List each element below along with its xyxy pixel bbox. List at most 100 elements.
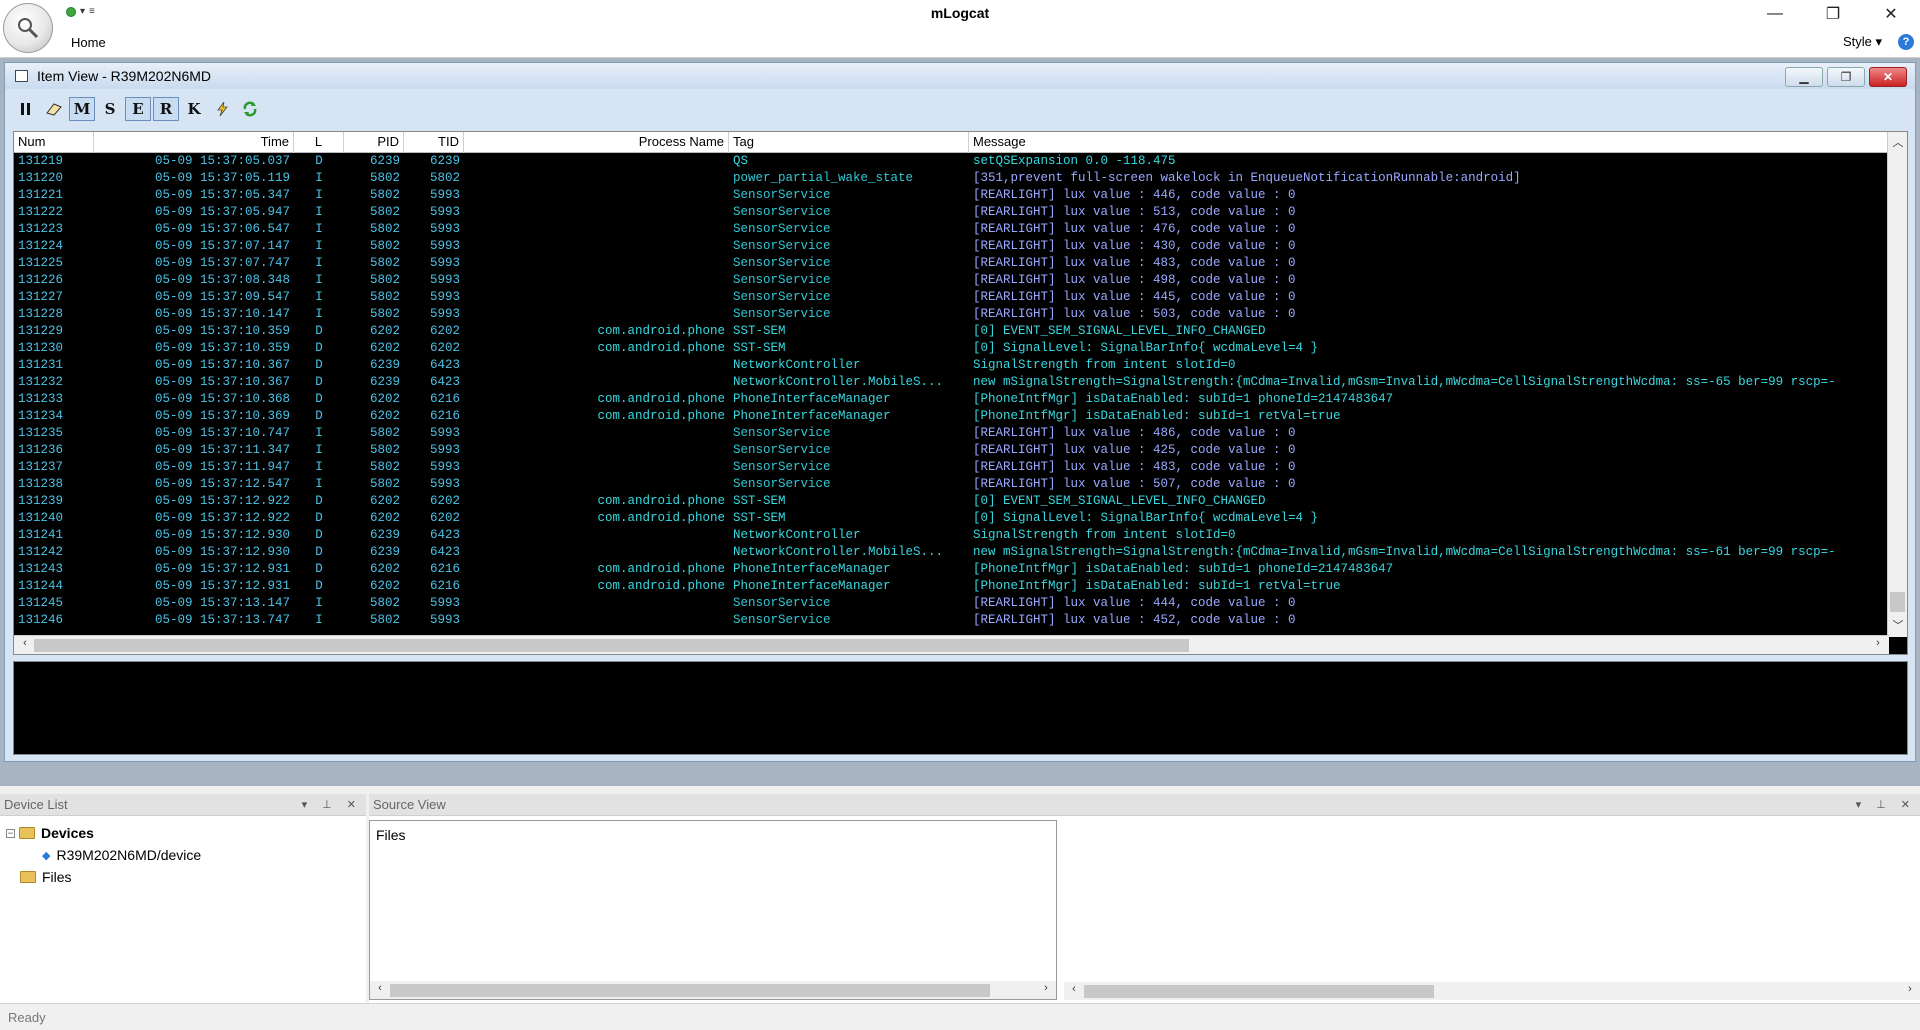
scroll-up-icon[interactable]: ︿ xyxy=(1888,134,1908,152)
column-header-process-name[interactable]: Process Name xyxy=(464,132,729,153)
window-icon xyxy=(15,70,28,82)
log-row[interactable]: 131239 05-09 15:37:12.922 D 6202 6202 com.and… xyxy=(14,493,1889,510)
log-row[interactable]: 131231 05-09 15:37:10.367 D 6239 6423 Network… xyxy=(14,357,1889,374)
scroll-left-icon[interactable]: ‹ xyxy=(372,982,388,994)
scroll-left-icon[interactable]: ‹ xyxy=(16,637,34,649)
log-row[interactable]: 131223 05-09 15:37:06.547 I 5802 5993 SensorS… xyxy=(14,221,1889,238)
log-row[interactable]: 131227 05-09 15:37:09.547 I 5802 5993 SensorS… xyxy=(14,289,1889,306)
log-row[interactable]: 131240 05-09 15:37:12.922 D 6202 6202 com.and… xyxy=(14,510,1889,527)
column-header-level[interactable]: L xyxy=(294,132,344,153)
log-row[interactable]: 131222 05-09 15:37:05.947 I 5802 5993 SensorS… xyxy=(14,204,1889,221)
log-horizontal-scrollbar[interactable]: ‹ › xyxy=(14,635,1889,654)
log-row[interactable]: 131228 05-09 15:37:10.147 I 5802 5993 SensorS… xyxy=(14,306,1889,323)
scroll-thumb[interactable] xyxy=(34,639,1189,652)
filter-r-button[interactable]: R xyxy=(153,97,179,121)
log-row[interactable]: 131235 05-09 15:37:10.747 I 5802 5993 SensorS… xyxy=(14,425,1889,442)
source-horizontal-scrollbar[interactable]: ‹ › xyxy=(370,981,1056,999)
log-row[interactable]: 131224 05-09 15:37:07.147 I 5802 5993 SensorS… xyxy=(14,238,1889,255)
log-row[interactable]: 131233 05-09 15:37:10.368 D 6202 6216 com.and… xyxy=(14,391,1889,408)
pane-controls[interactable]: ▾ ⊥ ✕ xyxy=(302,794,362,816)
log-cell-tag: SST-SEM xyxy=(733,341,786,355)
log-cell-process xyxy=(464,238,729,255)
collapse-icon[interactable]: − xyxy=(6,828,15,838)
log-row[interactable]: 131220 05-09 15:37:05.119 I 5802 5802 power_p… xyxy=(14,170,1889,187)
item-view-title: Item View - R39M202N6MD xyxy=(37,68,212,84)
scroll-right-icon[interactable]: › xyxy=(1869,637,1887,649)
source-files-list[interactable]: Files ‹ › xyxy=(369,820,1057,1000)
log-row[interactable]: 131241 05-09 15:37:12.930 D 6239 6423 Network… xyxy=(14,527,1889,544)
filter-s-button[interactable]: S xyxy=(97,97,123,121)
log-row[interactable]: 131229 05-09 15:37:10.359 D 6202 6202 com.and… xyxy=(14,323,1889,340)
app-menu-button[interactable] xyxy=(3,3,53,53)
child-restore-button[interactable]: ❐ xyxy=(1827,67,1865,87)
scroll-thumb[interactable] xyxy=(1890,592,1905,612)
filter-e-button[interactable]: E xyxy=(125,97,151,121)
help-icon[interactable]: ? xyxy=(1898,34,1914,50)
child-close-button[interactable]: ✕ xyxy=(1869,67,1907,87)
lightning-button[interactable] xyxy=(209,97,235,121)
log-row[interactable]: 131237 05-09 15:37:11.947 I 5802 5993 SensorS… xyxy=(14,459,1889,476)
log-row[interactable]: 131226 05-09 15:37:08.348 I 5802 5993 SensorS… xyxy=(14,272,1889,289)
scroll-right-icon[interactable]: › xyxy=(1038,982,1054,994)
log-cell-message: [REARLIGHT] lux value : 446, code value … xyxy=(973,188,1296,202)
log-cell-time: 05-09 15:37:12.930 xyxy=(154,528,290,542)
column-header-pid[interactable]: PID xyxy=(344,132,404,153)
scroll-down-icon[interactable]: ﹀ xyxy=(1888,617,1908,635)
scroll-thumb[interactable] xyxy=(390,984,990,997)
log-cell-level: D xyxy=(315,494,323,508)
tree-node-files[interactable]: Files xyxy=(6,866,201,888)
close-button[interactable]: ✕ xyxy=(1862,0,1920,28)
log-detail-pane[interactable] xyxy=(13,661,1908,755)
log-cell-tag: NetworkController xyxy=(733,358,861,372)
column-header-num[interactable]: Num xyxy=(14,132,94,153)
scroll-right-icon[interactable]: › xyxy=(1902,983,1918,995)
log-row[interactable]: 131238 05-09 15:37:12.547 I 5802 5993 SensorS… xyxy=(14,476,1889,493)
child-minimize-button[interactable]: ▁ xyxy=(1785,67,1823,87)
column-header-time[interactable]: Time xyxy=(94,132,294,153)
log-cell-tid: 6423 xyxy=(429,528,460,542)
clear-button[interactable] xyxy=(41,97,67,121)
log-cell-process xyxy=(464,357,729,374)
style-menu[interactable]: Style ▾ xyxy=(1843,34,1882,50)
log-row[interactable]: 131244 05-09 15:37:12.931 D 6202 6216 com.and… xyxy=(14,578,1889,595)
log-cell-time: 05-09 15:37:05.347 xyxy=(154,188,290,202)
log-cell-pid: 5802 xyxy=(369,205,400,219)
log-row[interactable]: 131225 05-09 15:37:07.747 I 5802 5993 SensorS… xyxy=(14,255,1889,272)
log-cell-time: 05-09 15:37:10.359 xyxy=(154,341,290,355)
log-cell-tid: 6239 xyxy=(429,154,460,168)
scroll-thumb[interactable] xyxy=(1084,985,1434,998)
scroll-left-icon[interactable]: ‹ xyxy=(1066,983,1082,995)
log-cell-message: [REARLIGHT] lux value : 507, code value … xyxy=(973,477,1296,491)
log-row[interactable]: 131246 05-09 15:37:13.747 I 5802 5993 SensorS… xyxy=(14,612,1889,629)
filter-k-button[interactable]: K xyxy=(181,97,207,121)
column-header-tid[interactable]: TID xyxy=(404,132,464,153)
source-content[interactable]: ‹ › xyxy=(1064,820,1920,1000)
log-row[interactable]: 131232 05-09 15:37:10.367 D 6239 6423 Network… xyxy=(14,374,1889,391)
tree-node-device[interactable]: ◆ R39M202N6MD/device xyxy=(6,844,201,866)
restore-button[interactable]: ❐ xyxy=(1804,0,1862,28)
log-cell-time: 05-09 15:37:13.147 xyxy=(154,596,290,610)
log-row[interactable]: 131221 05-09 15:37:05.347 I 5802 5993 SensorS… xyxy=(14,187,1889,204)
pause-button[interactable] xyxy=(13,97,39,121)
source-content-scrollbar[interactable]: ‹ › xyxy=(1064,982,1920,1000)
tab-home[interactable]: Home xyxy=(71,35,106,50)
log-row[interactable]: 131230 05-09 15:37:10.359 D 6202 6202 com.and… xyxy=(14,340,1889,357)
tree-node-devices[interactable]: − Devices xyxy=(6,822,201,844)
log-row[interactable]: 131242 05-09 15:37:12.930 D 6239 6423 Network… xyxy=(14,544,1889,561)
filter-m-button[interactable]: M xyxy=(69,97,95,121)
log-cell-level: D xyxy=(315,358,323,372)
log-cell-message: [REARLIGHT] lux value : 503, code value … xyxy=(973,307,1296,321)
minimize-button[interactable]: — xyxy=(1746,0,1804,28)
log-row[interactable]: 131243 05-09 15:37:12.931 D 6202 6216 com.and… xyxy=(14,561,1889,578)
log-row[interactable]: 131234 05-09 15:37:10.369 D 6202 6216 com.and… xyxy=(14,408,1889,425)
log-cell-tag: SensorService xyxy=(733,613,831,627)
log-vertical-scrollbar[interactable]: ︿ ﹀ xyxy=(1887,132,1907,637)
refresh-button[interactable] xyxy=(237,97,263,121)
column-header-message[interactable]: Message xyxy=(969,132,1907,153)
log-cell-num: 131229 xyxy=(18,324,64,338)
log-row[interactable]: 131236 05-09 15:37:11.347 I 5802 5993 SensorS… xyxy=(14,442,1889,459)
log-row[interactable]: 131219 05-09 15:37:05.037 D 6239 6239 QS setQS… xyxy=(14,153,1889,170)
pane-controls[interactable]: ▾ ⊥ ✕ xyxy=(1856,794,1916,816)
log-row[interactable]: 131245 05-09 15:37:13.147 I 5802 5993 SensorS… xyxy=(14,595,1889,612)
column-header-tag[interactable]: Tag xyxy=(729,132,969,153)
